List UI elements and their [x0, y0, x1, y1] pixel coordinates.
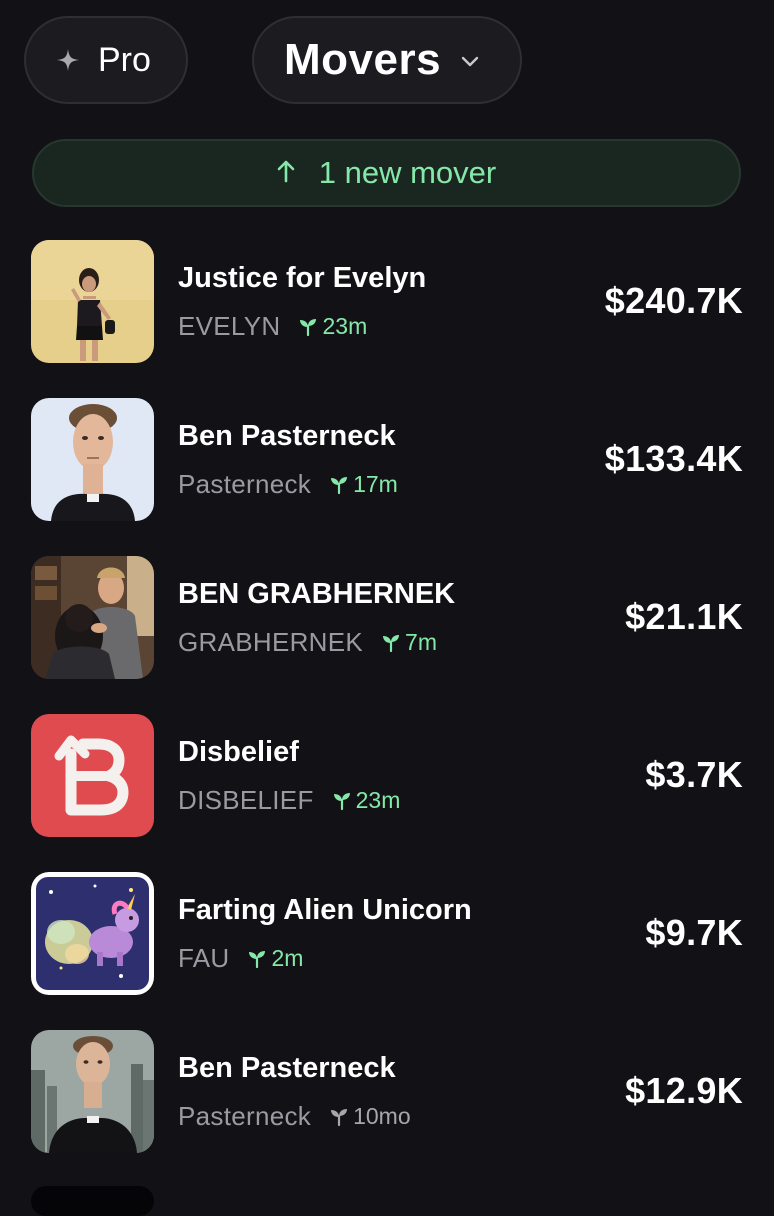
token-meta: DISBELIEF 23m — [178, 785, 400, 816]
sprout-icon — [300, 318, 317, 336]
token-name: Farting Alien Unicorn — [178, 894, 472, 926]
feed-selector-dropdown[interactable]: Movers — [252, 16, 522, 104]
sprout-icon — [331, 476, 348, 494]
token-avatar — [31, 714, 154, 837]
token-age: 10mo — [353, 1103, 411, 1129]
disbelief-logo-icon — [31, 714, 154, 837]
top-bar: Pro Movers — [24, 16, 750, 106]
sprout-icon — [249, 950, 266, 968]
token-market-cap: $21.1K — [625, 596, 743, 637]
token-ticker: FAU — [178, 943, 230, 973]
avatar-image-icon — [31, 1030, 154, 1153]
sprout-icon — [333, 792, 350, 810]
token-avatar — [31, 556, 154, 679]
token-market-cap: $3.7K — [645, 754, 743, 795]
token-age: 2m — [271, 945, 304, 971]
new-movers-text: 1 new mover — [318, 155, 497, 190]
avatar-image-icon — [31, 872, 154, 995]
token-meta: Pasterneck 10mo — [178, 1101, 411, 1132]
avatar-image-icon — [31, 240, 154, 363]
mover-row[interactable]: Ben Pasterneck Pasterneck 10mo $12.9K — [0, 1030, 774, 1188]
pro-button[interactable]: Pro — [24, 16, 188, 104]
token-market-cap: $240.7K — [604, 280, 743, 321]
mover-row[interactable]: Disbelief DISBELIEF 23m $3.7K — [0, 714, 774, 872]
sprout-icon — [331, 1108, 348, 1126]
token-ticker: GRABHERNEK — [178, 627, 364, 657]
token-avatar — [31, 872, 154, 995]
token-meta: FAU 2m — [178, 943, 303, 974]
token-name: Ben Pasterneck — [178, 1052, 396, 1084]
mover-row[interactable]: Ben Pasterneck Pasterneck 17m $133.4K — [0, 398, 774, 556]
token-name: Justice for Evelyn — [178, 262, 427, 294]
token-market-cap: $9.7K — [645, 912, 743, 953]
token-meta: GRABHERNEK 7m — [178, 627, 437, 658]
mover-row[interactable]: Farting Alien Unicorn FAU 2m $9.7K — [0, 872, 774, 1030]
next-token-avatar-partial — [31, 1186, 154, 1216]
sprout-icon — [383, 634, 400, 652]
token-market-cap: $133.4K — [604, 438, 743, 479]
mover-row[interactable]: Justice for Evelyn EVELYN 23m $240.7K — [0, 240, 774, 398]
token-ticker: EVELYN — [178, 311, 281, 341]
new-movers-banner[interactable]: 1 new mover — [32, 139, 741, 207]
token-ticker: Pasterneck — [178, 1101, 312, 1131]
token-avatar — [31, 398, 154, 521]
avatar-image-icon — [31, 556, 154, 679]
arrow-up-icon — [277, 160, 295, 183]
mover-row[interactable]: BEN GRABHERNEK GRABHERNEK 7m $21.1K — [0, 556, 774, 714]
token-ticker: Pasterneck — [178, 469, 312, 499]
token-age: 23m — [355, 787, 401, 813]
token-avatar — [31, 1030, 154, 1153]
movers-list: Justice for Evelyn EVELYN 23m $240.7K Be… — [0, 240, 774, 1188]
sparkle-icon — [57, 49, 79, 71]
token-name: Disbelief — [178, 736, 299, 768]
token-ticker: DISBELIEF — [178, 785, 314, 815]
token-avatar — [31, 240, 154, 363]
pro-label: Pro — [98, 40, 151, 79]
token-name: Ben Pasterneck — [178, 420, 396, 452]
feed-selector-label: Movers — [284, 35, 442, 84]
token-name: BEN GRABHERNEK — [178, 578, 456, 610]
token-meta: Pasterneck 17m — [178, 469, 398, 500]
chevron-down-icon — [461, 56, 479, 67]
token-market-cap: $12.9K — [625, 1070, 743, 1111]
token-age: 17m — [353, 471, 398, 497]
token-age: 7m — [405, 629, 437, 655]
avatar-image-icon — [31, 398, 154, 521]
token-age: 23m — [322, 313, 368, 339]
token-meta: EVELYN 23m — [178, 311, 367, 342]
